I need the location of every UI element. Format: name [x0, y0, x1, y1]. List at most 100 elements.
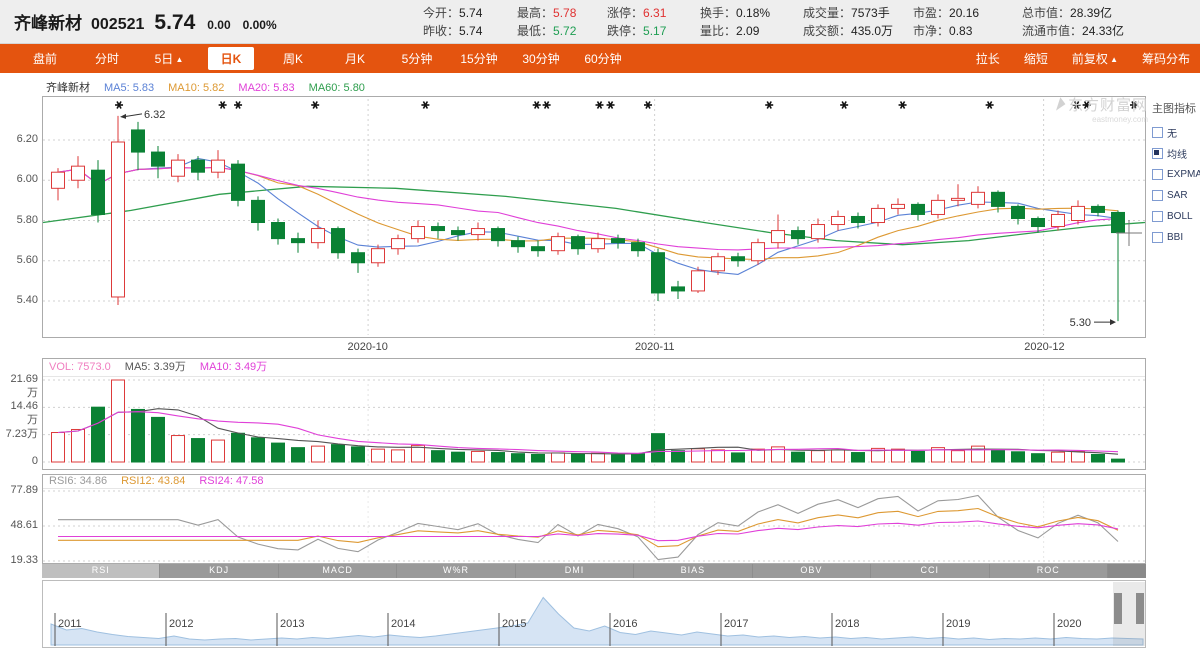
- event-marker-icon[interactable]: [986, 102, 994, 109]
- nav-tab[interactable]: 日K: [208, 47, 254, 70]
- event-marker-icon[interactable]: [596, 102, 604, 109]
- nav-tab[interactable]: 15分钟: [448, 50, 510, 67]
- stat-value: 5.72: [553, 24, 576, 38]
- nav-tool-button[interactable]: 拉长: [976, 50, 1000, 67]
- volume-bar: [492, 453, 505, 462]
- nav-tab[interactable]: 月K: [324, 50, 386, 67]
- event-marker-icon[interactable]: [421, 102, 429, 109]
- indicator-tab[interactable]: CCI: [871, 564, 989, 578]
- volume-bar: [1112, 459, 1125, 462]
- nav-tab[interactable]: 5日 ▲: [138, 50, 200, 67]
- nav-tool-button[interactable]: 筹码分布: [1142, 50, 1190, 67]
- event-marker-icon[interactable]: [311, 102, 319, 109]
- stat-label: 成交额：: [803, 24, 851, 38]
- candlestick-chart[interactable]: 6.325.30: [43, 97, 1145, 337]
- stat-label: 最高：: [517, 6, 553, 20]
- candle-body: [392, 239, 405, 249]
- candle-body: [292, 239, 305, 243]
- checkbox-icon[interactable]: [1152, 232, 1163, 243]
- volume-bar: [912, 451, 925, 462]
- event-marker-icon[interactable]: [899, 102, 907, 109]
- year-tick-label: 2016: [613, 618, 637, 630]
- overlay-option[interactable]: 无: [1152, 122, 1198, 143]
- event-marker-icon[interactable]: [533, 102, 541, 109]
- quote-header: 齐峰新材 002521 5.74 0.00 0.00% 今开：5.74昨收：5.…: [0, 0, 1200, 44]
- axis-tick-label: 6.20: [0, 132, 38, 146]
- checkbox-icon[interactable]: [1152, 211, 1163, 222]
- checkbox-icon[interactable]: [1152, 169, 1163, 180]
- candle-body: [612, 239, 625, 243]
- overlay-option[interactable]: BBI: [1152, 227, 1198, 248]
- rsi-chart[interactable]: [43, 489, 1145, 563]
- indicator-tab[interactable]: ROC: [990, 564, 1108, 578]
- candle-body: [872, 208, 885, 222]
- candle-body: [1092, 206, 1105, 212]
- nav-tab[interactable]: 30分钟: [510, 50, 572, 67]
- stat-value: 7573手: [851, 6, 890, 20]
- event-marker-icon[interactable]: [1073, 102, 1081, 109]
- nav-tab[interactable]: 周K: [262, 50, 324, 67]
- event-marker-icon[interactable]: [765, 102, 773, 109]
- overlay-option[interactable]: 均线: [1152, 143, 1198, 164]
- volume-bar: [512, 454, 525, 462]
- event-marker-icon[interactable]: [219, 102, 227, 109]
- event-marker-icon[interactable]: [644, 102, 652, 109]
- indicator-tab[interactable]: BIAS: [634, 564, 752, 578]
- candle-body: [252, 200, 265, 222]
- checkbox-icon[interactable]: [1152, 148, 1163, 159]
- stat-label: 涨停：: [607, 6, 643, 20]
- indicator-bar-end-cap: [1108, 564, 1146, 578]
- stat-label: 流通市值：: [1022, 24, 1082, 38]
- candle-body: [332, 229, 345, 253]
- timeline-chart[interactable]: 2011201220132014201520162017201820192020: [43, 581, 1145, 647]
- candle-body: [972, 192, 985, 204]
- indicator-tab[interactable]: DMI: [516, 564, 634, 578]
- volume-bar: [432, 451, 445, 462]
- event-marker-icon[interactable]: [543, 102, 551, 109]
- indicator-tab[interactable]: MACD: [279, 564, 397, 578]
- stat-label: 总市值：: [1022, 6, 1070, 20]
- timeline-handle-right[interactable]: [1136, 593, 1144, 624]
- nav-tool-adjust[interactable]: 前复权 ▲: [1072, 50, 1118, 67]
- ma-legend-item: MA60: 5.80: [309, 82, 365, 94]
- overlay-option-label: EXPMA: [1167, 169, 1200, 180]
- event-marker-icon[interactable]: [1083, 102, 1091, 109]
- nav-tool-button[interactable]: 缩短: [1024, 50, 1048, 67]
- event-marker-icon[interactable]: [234, 102, 242, 109]
- quote-stat: 市盈：20.16: [913, 4, 979, 22]
- indicator-tab[interactable]: OBV: [753, 564, 871, 578]
- overlay-option[interactable]: SAR: [1152, 185, 1198, 206]
- quote-stat: 流通市值：24.33亿: [1022, 22, 1124, 40]
- candlestick-pane: 6.325.30: [42, 96, 1146, 338]
- nav-tab[interactable]: 5分钟: [386, 50, 448, 67]
- overlay-option[interactable]: EXPMA: [1152, 164, 1198, 185]
- quote-stat-column: 总市值：28.39亿流通市值：24.33亿: [1022, 4, 1124, 40]
- checkbox-icon[interactable]: [1152, 190, 1163, 201]
- nav-tab[interactable]: 盘前: [14, 50, 76, 67]
- indicator-tab[interactable]: W%R: [397, 564, 515, 578]
- nav-tab[interactable]: 60分钟: [572, 50, 634, 67]
- event-marker-icon[interactable]: [1130, 102, 1138, 109]
- checkbox-icon[interactable]: [1152, 127, 1163, 138]
- event-marker-icon[interactable]: [840, 102, 848, 109]
- event-marker-icon[interactable]: [607, 102, 615, 109]
- volume-bar: [892, 449, 905, 462]
- quote-stat-column: 成交量：7573手成交额：435.0万: [803, 4, 893, 40]
- timeline-handle-left[interactable]: [1114, 593, 1122, 624]
- volume-bar: [392, 450, 405, 462]
- candle-body: [212, 160, 225, 172]
- event-marker-icon[interactable]: [115, 102, 123, 109]
- stat-label: 今开：: [423, 6, 459, 20]
- candle-body: [592, 239, 605, 249]
- candle-body: [792, 231, 805, 239]
- year-tick-label: 2018: [835, 618, 859, 630]
- volume-chart[interactable]: [43, 377, 1145, 470]
- quote-stat: 总市值：28.39亿: [1022, 4, 1124, 22]
- volume-bar: [292, 448, 305, 462]
- candle-body: [712, 257, 725, 271]
- year-tick-label: 2020: [1057, 618, 1081, 630]
- indicator-tab[interactable]: RSI: [42, 564, 160, 578]
- indicator-tab[interactable]: KDJ: [160, 564, 278, 578]
- overlay-option[interactable]: BOLL: [1152, 206, 1198, 227]
- nav-tab[interactable]: 分时: [76, 50, 138, 67]
